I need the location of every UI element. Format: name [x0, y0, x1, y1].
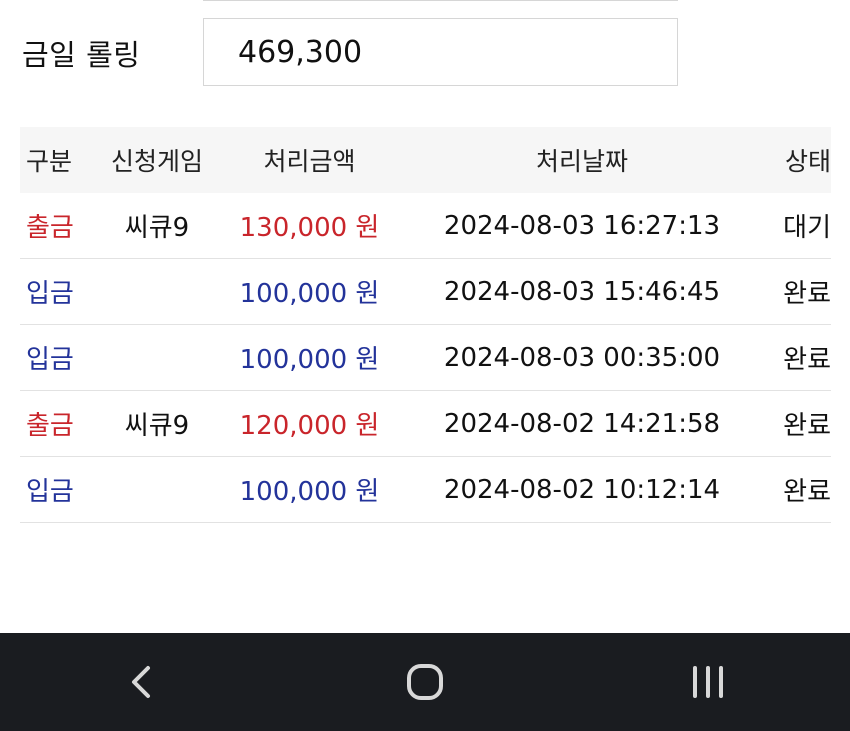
row-date: 2024-08-02 14:21:58 [443, 408, 721, 439]
table-row: 입금 100,000 원 2024-08-03 15:46:45 완료 [20, 259, 831, 325]
table-row: 출금 씨큐9 120,000 원 2024-08-02 14:21:58 완료 [20, 391, 831, 457]
header-game: 신청게임 [110, 147, 203, 176]
previous-input-field[interactable] [203, 0, 678, 1]
home-icon [406, 664, 443, 700]
row-status: 완료 [783, 279, 831, 309]
header-status: 상태 [784, 147, 831, 176]
system-navigation-bar [0, 633, 850, 731]
header-amount: 처리금액 [263, 147, 356, 176]
table-row: 입금 100,000 원 2024-08-03 00:35:00 완료 [20, 325, 831, 391]
row-amount: 120,000 원 [239, 411, 380, 441]
row-date: 2024-08-03 16:27:13 [443, 210, 721, 241]
rolling-value-field: 469,300 [203, 18, 678, 86]
row-status: 완료 [783, 345, 831, 375]
row-status: 완료 [783, 411, 831, 441]
header-date: 처리날짜 [535, 147, 628, 176]
row-date: 2024-08-02 10:12:14 [443, 474, 721, 505]
page: 금일 롤링 469,300 구분 신청게임 처리금액 처리날짜 상태 출금 씨큐… [0, 0, 850, 731]
recents-button[interactable] [668, 642, 748, 722]
row-type: 입금 [26, 477, 74, 507]
rolling-label: 금일 롤링 [22, 38, 141, 72]
transaction-table: 구분 신청게임 처리금액 처리날짜 상태 출금 씨큐9 130,000 원 20… [20, 127, 831, 523]
back-icon [131, 666, 150, 698]
row-date: 2024-08-03 00:35:00 [443, 342, 721, 373]
row-amount: 100,000 원 [239, 477, 380, 507]
row-type: 출금 [26, 213, 74, 243]
row-type: 입금 [26, 345, 74, 375]
table-row: 입금 100,000 원 2024-08-02 10:12:14 완료 [20, 457, 831, 523]
row-status: 완료 [783, 477, 831, 507]
row-game: 씨큐9 [124, 213, 190, 243]
row-amount: 130,000 원 [239, 213, 380, 243]
home-button[interactable] [385, 642, 465, 722]
row-type: 출금 [26, 411, 74, 441]
row-type: 입금 [26, 279, 74, 309]
rolling-value: 469,300 [238, 34, 363, 70]
row-status: 대기 [783, 213, 831, 243]
row-amount: 100,000 원 [239, 345, 380, 375]
table-header: 구분 신청게임 처리금액 처리날짜 상태 [20, 127, 831, 193]
row-date: 2024-08-03 15:46:45 [443, 276, 721, 307]
table-row: 출금 씨큐9 130,000 원 2024-08-03 16:27:13 대기 [20, 193, 831, 259]
row-game: 씨큐9 [124, 411, 190, 441]
recents-icon [693, 666, 724, 698]
header-type: 구분 [26, 147, 73, 176]
back-button[interactable] [102, 642, 182, 722]
row-amount: 100,000 원 [239, 279, 380, 309]
